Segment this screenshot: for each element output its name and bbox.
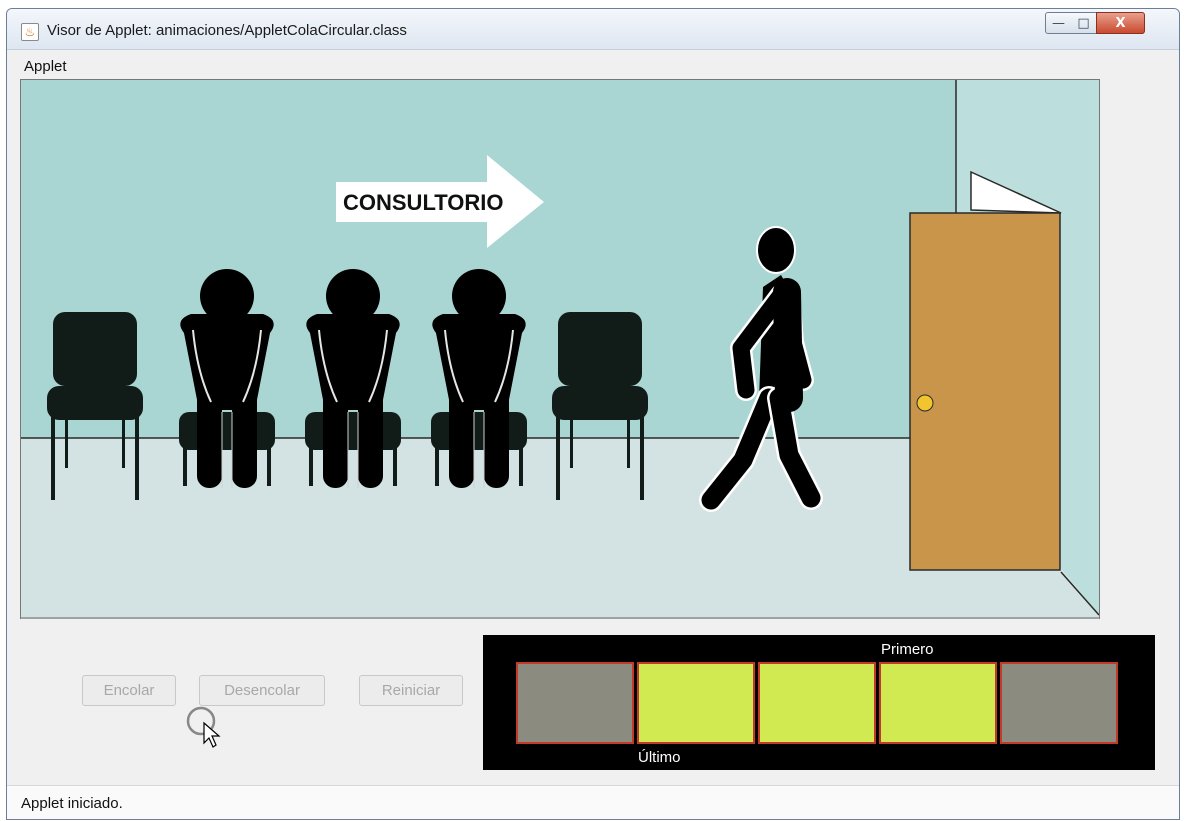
queue-slot	[637, 662, 755, 744]
queue-slot	[1000, 662, 1118, 744]
mouse-cursor-icon	[186, 706, 221, 748]
desencolar-button[interactable]: Desencolar	[199, 675, 325, 706]
consultorio-door	[909, 170, 1062, 571]
encolar-button[interactable]: Encolar	[82, 675, 176, 706]
reiniciar-button[interactable]: Reiniciar	[359, 675, 463, 706]
ultimo-label: Último	[638, 749, 681, 766]
status-bar: Applet iniciado.	[7, 785, 1179, 819]
queue-slot	[758, 662, 876, 744]
waiting-room-scene: CONSULTORIO	[20, 79, 1100, 621]
circular-queue-panel: Primero Último	[483, 635, 1155, 770]
minimize-button[interactable]: —	[1045, 12, 1072, 34]
title-bar[interactable]: ♨ Visor de Applet: animaciones/AppletCol…	[7, 9, 1179, 50]
status-text: Applet iniciado.	[21, 795, 123, 812]
java-cup-icon: ♨	[21, 23, 39, 41]
close-button[interactable]: X	[1096, 12, 1145, 34]
primero-label: Primero	[881, 641, 934, 658]
queue-slot	[516, 662, 634, 744]
sign-text: CONSULTORIO	[343, 190, 504, 215]
menu-bar: Applet	[7, 50, 1179, 78]
controls-panel: Encolar Desencolar Reiniciar Primero Últ…	[7, 619, 1179, 784]
queue-slot	[879, 662, 997, 744]
maximize-button[interactable]: □	[1071, 12, 1097, 34]
applet-viewer-window: ♨ Visor de Applet: animaciones/AppletCol…	[6, 8, 1180, 820]
window-title: Visor de Applet: animaciones/AppletColaC…	[47, 22, 407, 39]
menu-applet[interactable]: Applet	[24, 58, 67, 75]
